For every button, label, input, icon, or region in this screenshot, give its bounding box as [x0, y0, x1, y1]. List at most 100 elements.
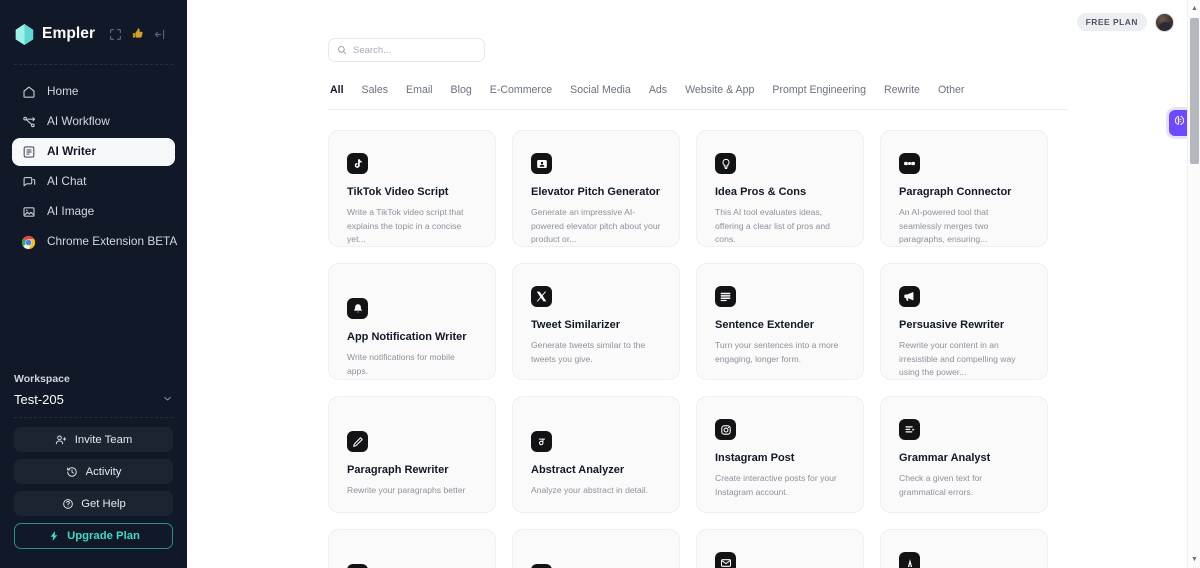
tool-card[interactable]: Abstract Analyzer Analyze your abstract …	[512, 396, 680, 513]
lightbulb-icon	[715, 153, 736, 174]
tool-card-title: Instagram Post	[715, 452, 795, 464]
writer-icon	[21, 145, 36, 160]
image-icon	[21, 205, 36, 220]
chrome-icon	[21, 235, 36, 250]
tab-blog[interactable]: Blog	[451, 84, 490, 96]
tool-card[interactable]: Idea Pros & Cons This AI tool evaluates …	[696, 130, 864, 247]
tool-card-title: Abstract Analyzer	[531, 464, 625, 476]
chat-icon	[21, 175, 36, 190]
tab-website-app[interactable]: Website & App	[685, 84, 772, 96]
lines-icon	[715, 286, 736, 307]
instagram-icon	[715, 419, 736, 440]
envelope-icon	[715, 552, 736, 568]
vertical-scrollbar[interactable]: ▲ ▼	[1187, 0, 1200, 568]
brain-icon	[1173, 114, 1186, 132]
document-icon	[531, 564, 552, 568]
question-circle-icon	[61, 497, 74, 510]
tool-card[interactable]	[512, 529, 680, 568]
sidebar-item-ai-chat[interactable]: AI Chat	[12, 168, 175, 196]
sidebar-nav: Home AI Workflow AI Writer AI Chat AI Im…	[0, 78, 187, 256]
brand-name: Empler	[42, 25, 96, 42]
workspace-selector[interactable]: Test-205	[14, 392, 173, 417]
tool-card[interactable]: Instagram Post Create interactive posts …	[696, 396, 864, 513]
scroll-up-icon[interactable]: ▲	[1188, 2, 1200, 15]
tool-card-title: Sentence Extender	[715, 319, 815, 331]
tool-card[interactable]	[880, 529, 1048, 568]
empler-logo-icon	[15, 23, 34, 45]
tool-card[interactable]: Tweet Similarizer Generate tweets simila…	[512, 263, 680, 380]
tool-card-title: Paragraph Connector	[899, 186, 1012, 198]
collapse-sidebar-icon[interactable]	[152, 27, 167, 42]
tool-card-title: App Notification Writer	[347, 331, 467, 343]
sidebar-item-home[interactable]: Home	[12, 78, 175, 106]
upgrade-plan-button[interactable]: Upgrade Plan	[14, 523, 173, 549]
search-input[interactable]	[353, 44, 476, 56]
tool-card[interactable]: Sentence Extender Turn your sentences in…	[696, 263, 864, 380]
tool-card-desc: Analyze your abstract in detail.	[531, 485, 649, 496]
tab-rewrite[interactable]: Rewrite	[884, 84, 938, 96]
tool-card[interactable]: TikTok Video Script Write a TikTok video…	[328, 130, 496, 247]
tab-all[interactable]: All	[328, 84, 362, 96]
tab-prompt-engineering[interactable]: Prompt Engineering	[772, 84, 884, 96]
scrollbar-thumb[interactable]	[1190, 18, 1199, 164]
fullscreen-icon[interactable]	[108, 27, 123, 42]
tool-card-desc: Write a TikTok video script that explain…	[347, 207, 464, 244]
translate-icon	[347, 564, 368, 568]
sidebar-item-label: AI Image	[47, 204, 95, 219]
tool-card[interactable]: Elevator Pitch Generator Generate an imp…	[512, 130, 680, 247]
tab-ads[interactable]: Ads	[649, 84, 685, 96]
thumbs-up-icon[interactable]	[130, 27, 145, 42]
tool-card-desc: Create interactive posts for your Instag…	[715, 473, 837, 497]
get-help-label: Get Help	[81, 497, 126, 510]
abstract-icon	[531, 431, 552, 452]
tool-card-desc: Turn your sentences into a more engaging…	[715, 340, 839, 364]
main-content: FREE PLAN All Sales Email Blog	[187, 0, 1200, 568]
tool-card-desc: Generate tweets similar to the tweets yo…	[531, 340, 646, 364]
chevron-down-icon	[162, 393, 173, 407]
megaphone-icon	[899, 286, 920, 307]
sidebar-item-ai-workflow[interactable]: AI Workflow	[12, 108, 175, 136]
sidebar-item-ai-writer[interactable]: AI Writer	[12, 138, 175, 166]
tab-other[interactable]: Other	[938, 84, 983, 96]
tab-social-media[interactable]: Social Media	[570, 84, 649, 96]
tool-card-desc: Rewrite your paragraphs better	[347, 485, 466, 496]
history-clock-icon	[66, 465, 79, 478]
tool-card-title: Elevator Pitch Generator	[531, 186, 660, 198]
invite-team-label: Invite Team	[74, 433, 133, 446]
activity-button[interactable]: Activity	[14, 459, 173, 484]
tools-page: All Sales Email Blog E-Commerce Social M…	[187, 0, 1200, 568]
app-root: Empler Home AI Workflow AI Writer AI Cha…	[0, 0, 1200, 568]
tool-card-title: Grammar Analyst	[899, 452, 991, 464]
tab-email[interactable]: Email	[406, 84, 451, 96]
tool-card-grid: TikTok Video Script Write a TikTok video…	[328, 130, 1068, 568]
invite-user-icon	[55, 433, 68, 446]
get-help-button[interactable]: Get Help	[14, 491, 173, 516]
tool-card-desc: Write notifications for mobile apps.	[347, 352, 455, 376]
pencil-icon	[347, 431, 368, 452]
workspace-value: Test-205	[14, 392, 64, 407]
tab-sales[interactable]: Sales	[362, 84, 407, 96]
sidebar-item-label: AI Writer	[47, 144, 96, 159]
sidebar-item-chrome-extension[interactable]: Chrome Extension BETA	[12, 228, 178, 256]
invite-team-button[interactable]: Invite Team	[14, 427, 173, 452]
sidebar-item-label: Chrome Extension BETA	[47, 234, 178, 249]
tool-card[interactable]: Persuasive Rewriter Rewrite your content…	[880, 263, 1048, 380]
tool-card[interactable]: Paragraph Connector An AI-powered tool t…	[880, 130, 1048, 247]
scroll-down-icon[interactable]: ▼	[1188, 553, 1200, 566]
tool-card-desc: Generate an impressive AI-powered elevat…	[531, 207, 661, 244]
tiktok-icon	[347, 153, 368, 174]
search-box[interactable]	[328, 38, 485, 62]
sidebar-item-ai-image[interactable]: AI Image	[12, 198, 175, 226]
tool-card[interactable]: App Notification Writer Write notificati…	[328, 263, 496, 380]
tool-card[interactable]: Paragraph Rewriter Rewrite your paragrap…	[328, 396, 496, 513]
tool-card[interactable]: Grammar Analyst Check a given text for g…	[880, 396, 1048, 513]
sidebar-item-label: AI Workflow	[47, 114, 110, 129]
tool-card-desc: An AI-powered tool that seamlessly merge…	[899, 207, 989, 244]
tool-card-title: Persuasive Rewriter	[899, 319, 1005, 331]
tool-card-title: TikTok Video Script	[347, 186, 449, 198]
sidebar-divider	[14, 64, 173, 65]
tool-card[interactable]	[696, 529, 864, 568]
workspace-divider	[14, 417, 173, 418]
tab-e-commerce[interactable]: E-Commerce	[490, 84, 570, 96]
tool-card[interactable]	[328, 529, 496, 568]
